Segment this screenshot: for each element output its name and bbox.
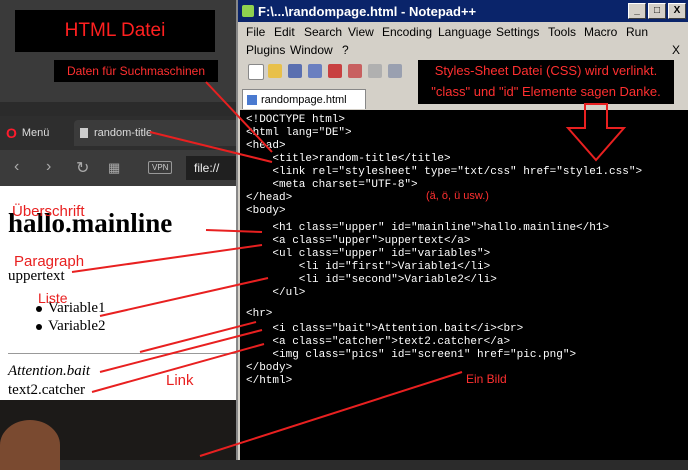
arrow-heading — [205, 229, 263, 233]
down-arrow-icon — [565, 103, 627, 162]
arrow-paragraph — [71, 244, 263, 273]
arrow-daten — [205, 81, 273, 153]
arrow-image — [199, 371, 463, 457]
annotation-arrows — [71, 81, 627, 457]
arrow-title — [149, 131, 273, 163]
arrow-list — [99, 277, 269, 317]
